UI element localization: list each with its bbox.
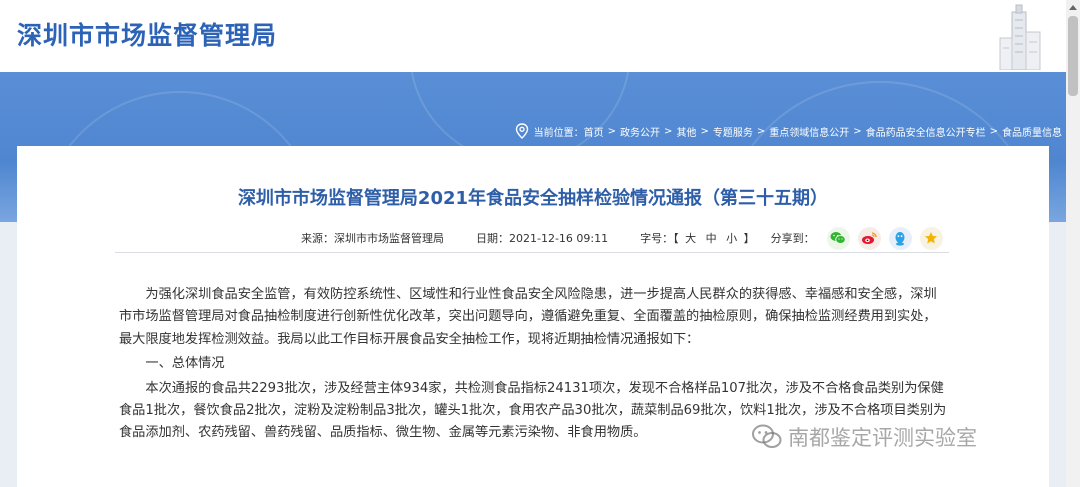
breadcrumb-special-services[interactable]: 专题服务: [713, 124, 753, 139]
wechat-logo-icon: [752, 424, 782, 448]
meta-divider: [115, 252, 949, 253]
breadcrumb: 当前位置： 首页 > 政务公开 > 其他 > 专题服务 > 重点领域信息公开 >…: [515, 122, 1062, 140]
font-size-label: 字号：【: [640, 232, 679, 245]
breadcrumb-separator: >: [664, 125, 673, 137]
watermark-text: 南都鉴定评测实验室: [788, 426, 977, 450]
section-heading: 一、总体情况: [145, 356, 225, 372]
breadcrumb-key-areas[interactable]: 重点领域信息公开: [769, 124, 849, 139]
article-date: 日期：2021-12-16 09:11: [476, 232, 609, 245]
font-size-switcher: 字号：【 大 中 小 】: [640, 230, 755, 246]
location-pin-icon: [515, 123, 528, 139]
breadcrumb-food-drug-safety[interactable]: 食品药品安全信息公开专栏: [866, 124, 986, 139]
watermark: 南都鉴定评测实验室: [752, 422, 977, 452]
font-size-large-link[interactable]: 大: [685, 232, 696, 245]
breadcrumb-food-quality[interactable]: 食品质量信息: [1002, 124, 1062, 139]
share-qzone-button[interactable]: [919, 226, 943, 250]
breadcrumb-home[interactable]: 首页: [584, 124, 604, 139]
building-icon: [999, 4, 1041, 70]
scroll-up-arrow-icon[interactable]: [1066, 0, 1080, 14]
qq-icon: [895, 231, 905, 246]
breadcrumb-separator: >: [853, 125, 862, 137]
breadcrumb-separator: >: [989, 125, 998, 137]
article-meta: 来源：深圳市市场监督管理局 日期：2021-12-16 09:11 字号：【 大…: [301, 226, 943, 250]
font-size-medium-link[interactable]: 中: [706, 232, 717, 245]
share-label: 分享到：: [770, 232, 815, 245]
breadcrumb-separator: >: [700, 125, 709, 137]
wechat-icon: [830, 232, 846, 244]
article-title: 深圳市市场监督管理局2021年食品安全抽样检验情况通报（第三十五期）: [237, 188, 829, 209]
breadcrumb-separator: >: [756, 125, 766, 137]
site-title[interactable]: 深圳市市场监督管理局: [17, 16, 277, 52]
article-source: 来源：深圳市市场监督管理局: [301, 232, 444, 245]
share-qq-button[interactable]: [888, 226, 912, 250]
font-size-small-link[interactable]: 小: [726, 232, 737, 245]
share-weibo-button[interactable]: [857, 226, 881, 250]
breadcrumb-gov-affairs[interactable]: 政务公开: [620, 124, 660, 139]
weibo-icon: [862, 232, 877, 244]
breadcrumb-other[interactable]: 其他: [676, 124, 696, 139]
font-size-close: 】: [743, 232, 755, 245]
breadcrumb-separator: >: [607, 125, 617, 137]
body-paragraph: 为强化深圳食品安全监管，有效防控系统性、区域性和行业性食品安全风险隐患，进一步提…: [119, 287, 937, 347]
vertical-scrollbar[interactable]: [1066, 0, 1080, 487]
scroll-thumb[interactable]: [1068, 16, 1078, 96]
qzone-star-icon: [925, 232, 938, 244]
site-header: 深圳市市场监督管理局: [0, 0, 1066, 72]
share-wechat-button[interactable]: [826, 226, 850, 250]
breadcrumb-prefix: 当前位置：: [533, 127, 584, 139]
